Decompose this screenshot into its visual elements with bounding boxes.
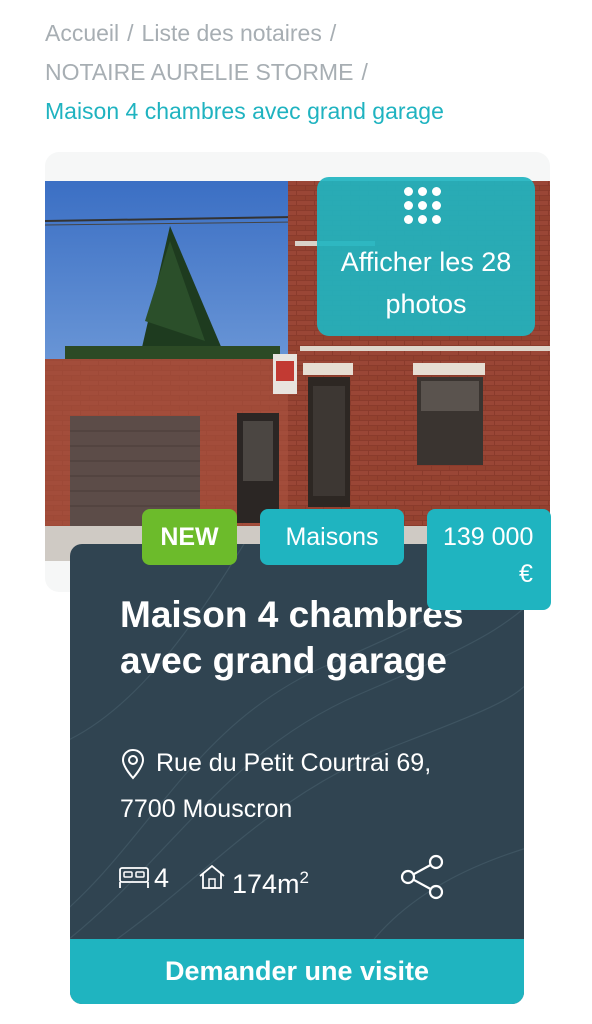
location-pin-icon bbox=[121, 748, 145, 780]
address-line-1: Rue du Petit Courtrai 69, bbox=[156, 749, 432, 777]
price-value: 139 000 bbox=[443, 523, 534, 551]
breadcrumb-separator: / bbox=[127, 20, 134, 46]
breadcrumb: Accueil / Liste des notaires / NOTAIRE AURE… bbox=[45, 14, 565, 131]
breadcrumb-separator: / bbox=[361, 59, 368, 85]
show-all-photos-button[interactable]: Afficher les 28 photos bbox=[317, 177, 535, 336]
property-type-badge: Maisons bbox=[260, 509, 404, 565]
request-visit-button[interactable]: Demander une visite bbox=[70, 939, 524, 1004]
listing-address: Rue du Petit Courtrai 69, 7700 Mouscron bbox=[120, 740, 480, 832]
bed-icon bbox=[119, 867, 149, 888]
breadcrumb-current: Maison 4 chambres avec grand garage bbox=[45, 98, 444, 124]
breadcrumb-separator: / bbox=[329, 20, 337, 46]
listing-info-panel: Maison 4 chambres avec grand garage Rue … bbox=[70, 544, 524, 1004]
bedrooms-count: 4 bbox=[154, 863, 170, 893]
area-value: 174m2 bbox=[232, 858, 309, 904]
area-number: 174m bbox=[232, 869, 300, 899]
share-icon[interactable] bbox=[400, 854, 446, 900]
address-line-2: 7700 Mouscron bbox=[120, 795, 293, 823]
listing-title: Maison 4 chambres avec grand garage bbox=[120, 594, 464, 681]
breadcrumb-home-link[interactable]: Accueil bbox=[45, 20, 119, 46]
show-all-photos-label: Afficher les 28 photos bbox=[340, 247, 512, 319]
breadcrumb-notaries-link[interactable]: Liste des notaires bbox=[142, 20, 322, 46]
new-badge: NEW bbox=[142, 509, 237, 565]
grid-icon bbox=[404, 187, 450, 233]
price-currency: € bbox=[519, 560, 533, 588]
price-badge: 139 000 € bbox=[427, 509, 551, 610]
breadcrumb-notary-link[interactable]: NOTAIRE AURELIE STORME bbox=[45, 59, 353, 85]
house-icon bbox=[199, 864, 225, 889]
area-unit-superscript: 2 bbox=[299, 868, 310, 887]
